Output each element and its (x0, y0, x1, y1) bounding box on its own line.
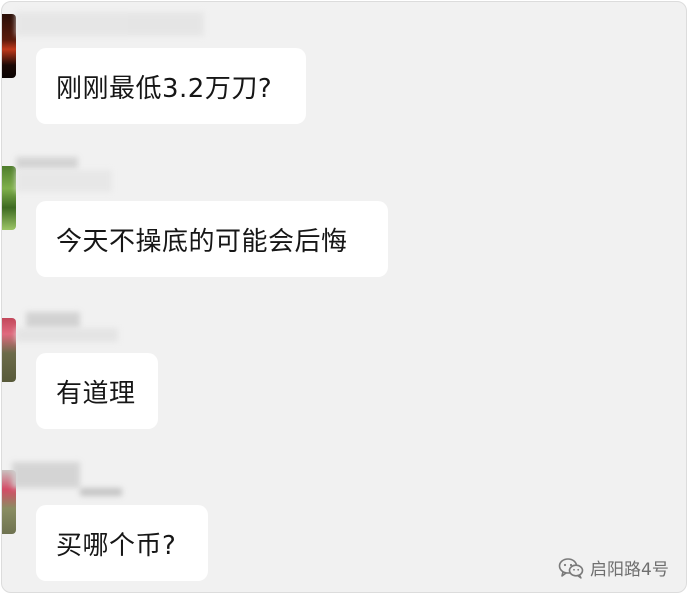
message-bubble[interactable]: 刚刚最低3.2万刀? (36, 48, 306, 124)
watermark: 启阳路4号 (558, 555, 669, 580)
message-bubble[interactable]: 买哪个币? (36, 505, 208, 581)
avatar[interactable] (2, 166, 16, 230)
wechat-icon (558, 557, 584, 579)
sender-name-redacted (16, 170, 112, 192)
message-bubble[interactable]: 今天不操底的可能会后悔 (36, 201, 388, 277)
message-text: 今天不操底的可能会后悔 (56, 226, 348, 257)
sender-name-redacted (26, 312, 80, 328)
sender-name-redacted (16, 12, 204, 36)
sender-name-redacted (12, 462, 80, 488)
sender-name-redacted (80, 488, 122, 496)
watermark-text: 启阳路4号 (590, 560, 669, 580)
avatar[interactable] (2, 14, 16, 78)
message-text: 刚刚最低3.2万刀? (56, 73, 273, 104)
sender-name-redacted (16, 328, 118, 342)
chat-window: 刚刚最低3.2万刀? 今天不操底的可能会后悔 有道理 买哪个币? 启阳路4号 (1, 1, 687, 593)
sender-name-redacted (16, 157, 78, 169)
message-text: 有道理 (56, 378, 136, 409)
message-text: 买哪个币? (56, 530, 177, 561)
avatar[interactable] (2, 318, 16, 382)
message-bubble[interactable]: 有道理 (36, 353, 158, 429)
